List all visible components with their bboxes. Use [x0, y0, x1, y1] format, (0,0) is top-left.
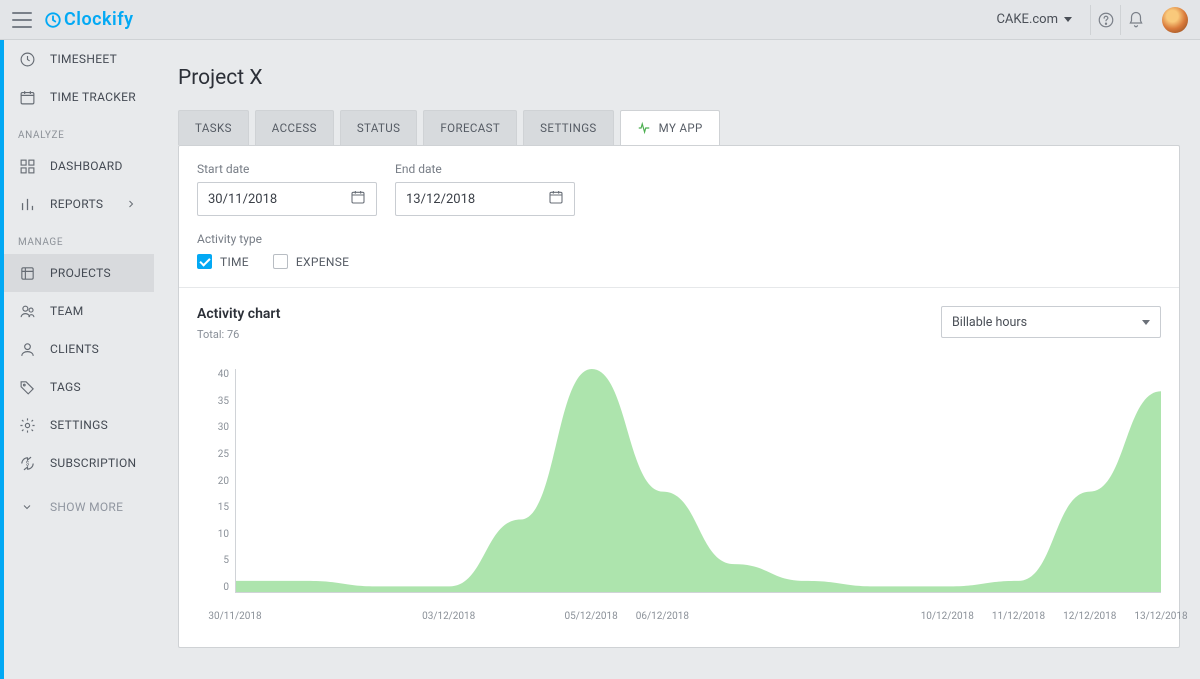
chevron-down-icon: [1064, 17, 1072, 22]
tab-forecast[interactable]: FORECAST: [423, 110, 517, 145]
chart-plot: [235, 369, 1161, 593]
end-date-input[interactable]: 13/12/2018: [395, 182, 575, 216]
activity-icon: [637, 121, 651, 135]
metric-selector[interactable]: Billable hours: [941, 306, 1161, 338]
sidebar-item-team[interactable]: TEAM: [4, 292, 154, 330]
checkbox-time[interactable]: TIME: [197, 254, 249, 269]
topbar: Clockify CAKE.com: [0, 0, 1200, 40]
sidebar: TIMESHEET TIME TRACKER ANALYZE DASHBOARD…: [4, 40, 154, 679]
app-root: Clockify CAKE.com TIMESHEET TIME TRACKER…: [0, 0, 1200, 679]
sidebar-show-more[interactable]: SHOW MORE: [4, 488, 154, 526]
sidebar-group-analyze: ANALYZE: [4, 116, 154, 147]
gear-icon: [18, 416, 36, 434]
tab-settings[interactable]: SETTINGS: [523, 110, 613, 145]
calendar-icon: [548, 189, 564, 209]
sidebar-item-tags[interactable]: TAGS: [4, 368, 154, 406]
sidebar-item-settings[interactable]: SETTINGS: [4, 406, 154, 444]
clock-icon: [18, 50, 36, 68]
chart-y-axis: 4035302520151050: [197, 369, 235, 593]
project-tabs: TASKS ACCESS STATUS FORECAST SETTINGS MY…: [178, 110, 1180, 145]
start-date-input[interactable]: 30/11/2018: [197, 182, 377, 216]
avatar[interactable]: [1162, 7, 1188, 33]
chart-section: Activity chart Total: 76 Billable hours …: [179, 288, 1179, 647]
page-title: Project X: [178, 66, 1180, 90]
checkbox-expense[interactable]: EXPENSE: [273, 254, 349, 269]
svg-text:$: $: [25, 459, 29, 467]
clients-icon: [18, 340, 36, 358]
tab-tasks[interactable]: TASKS: [178, 110, 249, 145]
sidebar-group-manage: MANAGE: [4, 223, 154, 254]
sidebar-item-subscription[interactable]: $ SUBSCRIPTION: [4, 444, 154, 482]
logo[interactable]: Clockify: [44, 9, 134, 30]
chevron-right-icon: [122, 195, 140, 213]
sidebar-item-timesheet[interactable]: TIMESHEET: [4, 40, 154, 78]
tab-access[interactable]: ACCESS: [255, 110, 334, 145]
workspace-selector[interactable]: CAKE.com: [996, 12, 1072, 27]
activity-chart: 4035302520151050 30/11/201803/12/201805/…: [197, 369, 1161, 629]
chevron-down-icon: [1142, 320, 1150, 325]
tab-status[interactable]: STATUS: [340, 110, 418, 145]
subscription-icon: $: [18, 454, 36, 472]
filter-bar: Start date 30/11/2018 End date 13/12/201…: [179, 146, 1179, 288]
activity-type-label: Activity type: [197, 232, 1161, 246]
tag-icon: [18, 378, 36, 396]
sidebar-item-timetracker[interactable]: TIME TRACKER: [4, 78, 154, 116]
sidebar-item-reports[interactable]: REPORTS: [4, 185, 154, 223]
end-date-label: End date: [395, 162, 575, 176]
notifications-button[interactable]: [1120, 5, 1150, 35]
reports-icon: [18, 195, 36, 213]
tab-myapp[interactable]: MY APP: [620, 110, 720, 145]
projects-icon: [18, 264, 36, 282]
my-app-panel: Start date 30/11/2018 End date 13/12/201…: [178, 145, 1180, 648]
start-date-label: Start date: [197, 162, 377, 176]
sidebar-item-clients[interactable]: CLIENTS: [4, 330, 154, 368]
help-button[interactable]: [1090, 5, 1120, 35]
checkbox-icon: [197, 254, 212, 269]
chart-title: Activity chart: [197, 306, 281, 322]
checkbox-icon: [273, 254, 288, 269]
chevron-down-icon: [18, 498, 36, 516]
sidebar-item-dashboard[interactable]: DASHBOARD: [4, 147, 154, 185]
main-content: Project X TASKS ACCESS STATUS FORECAST S…: [154, 40, 1200, 679]
calendar-icon: [350, 189, 366, 209]
calendar-icon: [18, 88, 36, 106]
menu-toggle[interactable]: [12, 12, 32, 28]
sidebar-item-projects[interactable]: PROJECTS: [4, 254, 154, 292]
chart-total: Total: 76: [197, 328, 281, 341]
dashboard-icon: [18, 157, 36, 175]
team-icon: [18, 302, 36, 320]
chart-x-axis: 30/11/201803/12/201805/12/201806/12/2018…: [235, 599, 1161, 629]
logo-text: Clockify: [64, 9, 134, 30]
